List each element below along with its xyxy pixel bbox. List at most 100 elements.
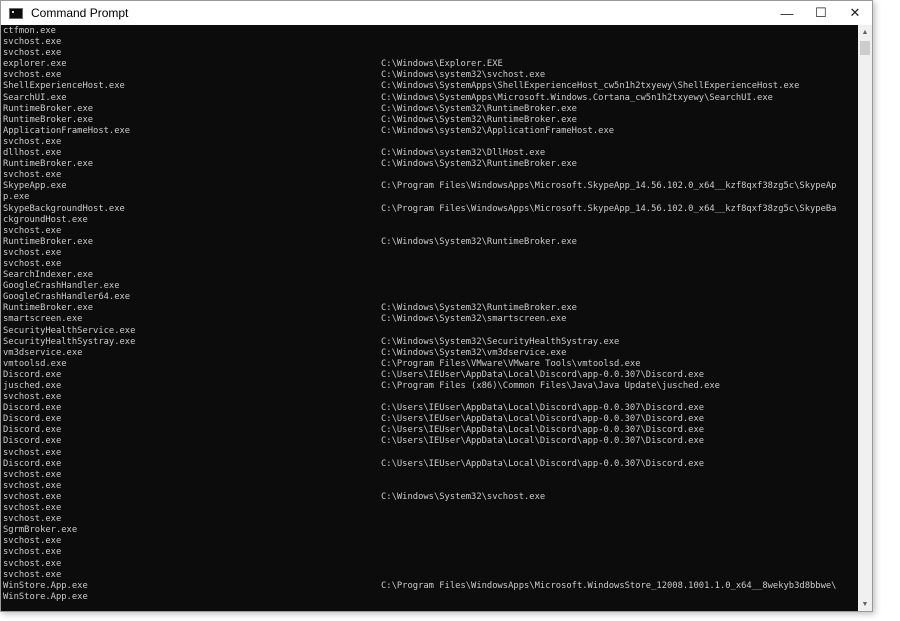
console-row: svchost.exe	[3, 170, 858, 181]
console-output[interactable]: ctfmon.exe svchost.exe svchost.exe explorer…	[3, 26, 858, 609]
console-row: ctfmon.exe	[3, 26, 858, 37]
minimize-button[interactable]: —	[770, 1, 804, 25]
process-name: SkypeApp.exe	[3, 181, 67, 192]
process-path: C:\Windows\system32\svchost.exe	[381, 70, 546, 81]
process-path	[381, 481, 858, 492]
process-path: C:\Users\IEUser\AppData\Local\Discord\ap…	[381, 458, 705, 469]
process-name: svchost.exe	[3, 37, 62, 48]
process-name: Discord.exe	[3, 436, 62, 447]
console-row: RuntimeBroker.exe C:\Windows\System32\Run…	[3, 237, 858, 248]
process-name: SecurityHealthSystray.exe	[3, 336, 136, 347]
process-name: svchost.exe	[3, 547, 62, 558]
process-name: SkypeBackgroundHost.exe	[3, 203, 125, 214]
process-path: C:\Windows\system32\DllHost.exe	[381, 148, 546, 159]
process-name: Discord.exe	[3, 414, 62, 425]
process-name: ApplicationFrameHost.exe	[3, 125, 131, 136]
process-path: C:\Users\IEUser\AppData\Local\Discord\ap…	[381, 436, 705, 447]
process-path: C:\Users\IEUser\AppData\Local\Discord\ap…	[381, 414, 705, 425]
process-name: GoogleCrashHandler.exe	[3, 281, 120, 292]
process-path: C:\Windows\System32\SecurityHealthSystra…	[381, 336, 620, 347]
process-name: vmtoolsd.exe	[3, 358, 67, 369]
console-row: Discord.exe C:\Users\IEUser\AppData\Local…	[3, 414, 858, 425]
window-controls: — ☐ ✕	[770, 1, 872, 25]
process-path	[381, 137, 858, 148]
console-row: GoogleCrashHandler64.exe	[3, 292, 858, 303]
console-row: SecurityHealthSystray.exe C:\Windows\Syst…	[3, 337, 858, 348]
window-title: Command Prompt	[31, 6, 129, 20]
vertical-scrollbar[interactable]: ▲ ▼	[858, 25, 872, 611]
process-path	[381, 270, 858, 281]
process-name: SearchUI.exe	[3, 92, 67, 103]
process-name: svchost.exe	[3, 247, 62, 258]
console-row: svchost.exe	[3, 37, 858, 48]
console-row: ckgroundHost.exe	[3, 215, 858, 226]
console-row: GoogleCrashHandler.exe	[3, 281, 858, 292]
process-path	[381, 281, 858, 292]
process-name: SgrmBroker.exe	[3, 525, 78, 536]
console-row: SearchUI.exe C:\Windows\SystemApps\Micros…	[3, 93, 858, 104]
console-row: svchost.exe	[3, 137, 858, 148]
process-path	[381, 503, 858, 514]
console-row: svchost.exe	[3, 248, 858, 259]
process-name: svchost.exe	[3, 569, 62, 580]
process-path	[381, 559, 858, 570]
console-row: RuntimeBroker.exe C:\Windows\System32\Run…	[3, 303, 858, 314]
console-row: svchost.exe	[3, 48, 858, 59]
close-button[interactable]: ✕	[838, 1, 872, 25]
process-path	[381, 570, 858, 581]
process-path: C:\Program Files (x86)\Common Files\Java…	[381, 381, 720, 391]
process-path: C:\Windows\Explorer.EXE	[381, 59, 503, 70]
process-name: svchost.exe	[3, 392, 62, 403]
process-name: SearchIndexer.exe	[3, 270, 94, 281]
process-path: C:\Program Files\WindowsApps\Microsoft.W…	[381, 580, 837, 591]
process-path: C:\Windows\System32\svchost.exe	[381, 491, 546, 502]
process-name: svchost.exe	[3, 469, 62, 480]
console-row: Discord.exe C:\Users\IEUser\AppData\Local…	[3, 370, 858, 381]
process-path	[381, 525, 858, 536]
process-path	[381, 470, 858, 481]
process-path: C:\Users\IEUser\AppData\Local\Discord\ap…	[381, 403, 705, 414]
scroll-down-icon[interactable]: ▼	[858, 597, 872, 611]
process-path	[381, 536, 858, 547]
scroll-up-icon[interactable]: ▲	[858, 25, 872, 39]
process-path: C:\Users\IEUser\AppData\Local\Discord\ap…	[381, 369, 705, 380]
process-name: svchost.exe	[3, 558, 62, 569]
process-name: RuntimeBroker.exe	[3, 159, 94, 170]
process-path: C:\Windows\SystemApps\Microsoft.Windows.…	[381, 92, 773, 103]
console-row: SkypeBackgroundHost.exe C:\Program Files\…	[3, 204, 858, 215]
process-name: svchost.exe	[3, 491, 62, 502]
console-row: svchost.exe	[3, 392, 858, 403]
process-name: ShellExperienceHost.exe	[3, 81, 125, 92]
process-name: RuntimeBroker.exe	[3, 103, 94, 114]
console-row: Discord.exe C:\Users\IEUser\AppData\Local…	[3, 403, 858, 414]
process-name: Discord.exe	[3, 403, 62, 414]
console-row: RuntimeBroker.exe C:\Windows\System32\Run…	[3, 104, 858, 115]
process-path: C:\Windows\system32\ApplicationFrameHost…	[381, 125, 615, 136]
process-name: svchost.exe	[3, 447, 62, 458]
maximize-button[interactable]: ☐	[804, 1, 838, 25]
console-row: SgrmBroker.exe	[3, 525, 858, 536]
console-row: RuntimeBroker.exe C:\Windows\System32\Run…	[3, 115, 858, 126]
scrollbar-thumb[interactable]	[860, 41, 870, 55]
process-path	[381, 292, 858, 303]
process-path	[381, 37, 858, 48]
process-name: svchost.exe	[3, 48, 62, 59]
process-path: C:\Windows\System32\RuntimeBroker.exe	[381, 159, 577, 170]
process-name: RuntimeBroker.exe	[3, 236, 94, 247]
process-path: C:\Windows\System32\RuntimeBroker.exe	[381, 114, 577, 125]
console-row: Discord.exe C:\Users\IEUser\AppData\Local…	[3, 459, 858, 470]
process-name: SecurityHealthService.exe	[3, 325, 136, 336]
process-path	[381, 259, 858, 270]
process-name: WinStore.App.exe	[3, 591, 88, 602]
console-row: svchost.exe	[3, 570, 858, 581]
console-row: p.exe	[3, 192, 858, 203]
process-name: Discord.exe	[3, 369, 62, 380]
process-name: vm3dservice.exe	[3, 347, 83, 358]
process-name: WinStore.App.exe	[3, 580, 88, 591]
console-row: svchost.exe	[3, 259, 858, 270]
process-name: GoogleCrashHandler64.exe	[3, 292, 131, 303]
process-path	[381, 592, 858, 603]
console-row: svchost.exe	[3, 226, 858, 237]
title-bar[interactable]: Command Prompt — ☐ ✕	[1, 1, 872, 25]
console-row: svchost.exe	[3, 536, 858, 547]
